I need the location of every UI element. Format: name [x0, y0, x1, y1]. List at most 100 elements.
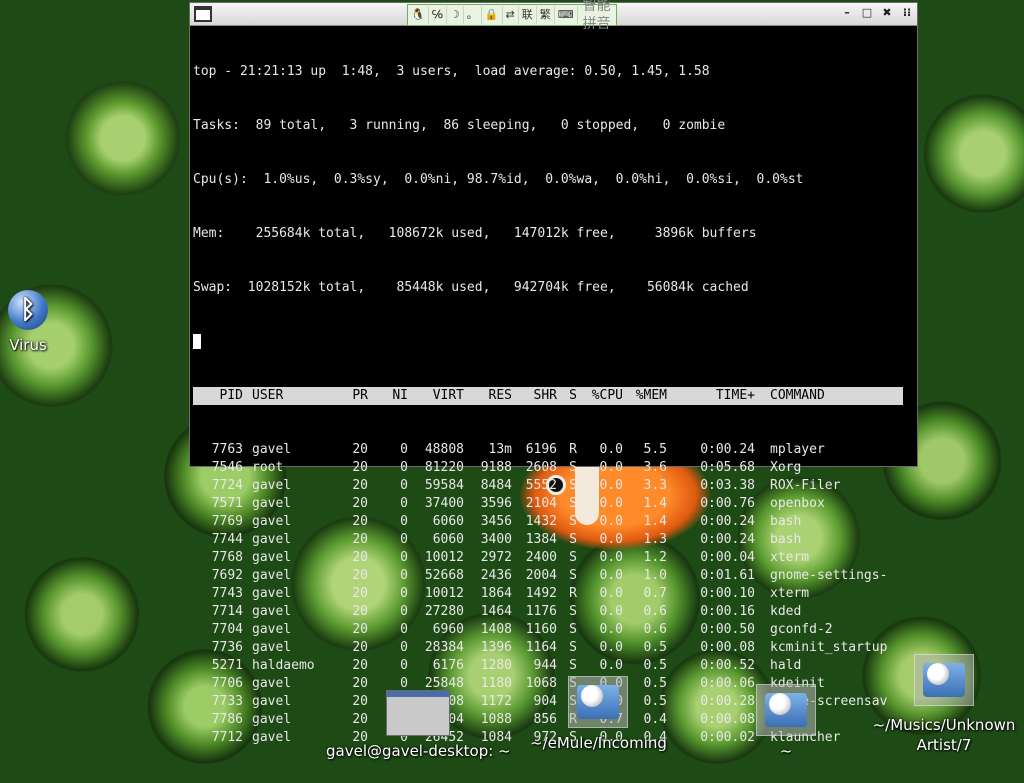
- cell-res: 1864: [480, 586, 512, 601]
- process-row: 7769 gavel 20 0 6060 3456 1432 S 0.0 1.4 0:00.24 ba…: [193, 513, 920, 531]
- desktop-icon-label: ~/eMule/Incoming: [530, 734, 667, 752]
- cell-pr: 20: [352, 586, 368, 601]
- cell-res: 1280: [480, 658, 512, 673]
- cell-virt: 6960: [432, 622, 464, 637]
- desktop-icon-emule-folder[interactable]: ~/eMule/Incoming: [530, 676, 667, 752]
- cell-mem: 1.4: [643, 514, 667, 529]
- cell-command: bash: [770, 532, 802, 547]
- cell-time: 0:00.08: [700, 712, 755, 727]
- cell-pr: 20: [352, 604, 368, 619]
- cell-virt: 48808: [424, 442, 464, 457]
- folder-icon: [756, 684, 816, 736]
- cell-shr: 2608: [525, 460, 557, 475]
- cell-pid: 7712: [211, 730, 243, 745]
- close-button[interactable]: ✖: [881, 6, 893, 19]
- moon-icon[interactable]: ☽: [447, 6, 464, 24]
- cell-pr: 20: [352, 496, 368, 511]
- cell-pr: 20: [352, 640, 368, 655]
- cell-res: 3596: [480, 496, 512, 511]
- cell-user: gavel: [252, 550, 292, 565]
- window-menu-icon[interactable]: [194, 6, 212, 22]
- top-uptime-line: top - 21:21:13 up 1:48, 3 users, load av…: [193, 64, 710, 79]
- desktop-icon-home-folder[interactable]: ~: [756, 684, 816, 760]
- ime-traditional[interactable]: 繁: [537, 6, 555, 24]
- cell-ni: 0: [400, 640, 408, 655]
- cell-pid: 7768: [211, 550, 243, 565]
- folder-icon: [914, 654, 974, 706]
- cell-state: S: [569, 604, 577, 619]
- cell-time: 0:00.52: [700, 658, 755, 673]
- top-cpu-line: Cpu(s): 1.0%us, 0.3%sy, 0.0%ni, 98.7%id,…: [193, 172, 804, 187]
- cell-mem: 0.5: [643, 640, 667, 655]
- cell-res: 2436: [480, 568, 512, 583]
- ime-toolbar[interactable]: 🐧 ℅ ☽ 。 🔒 ⇄ 联 繁 ⌨ 智能拼音: [407, 0, 617, 32]
- terminal-window[interactable]: 🐧 ℅ ☽ 。 🔒 ⇄ 联 繁 ⌨ 智能拼音 – □ ✖ ⁝⁝ top - 21…: [189, 0, 920, 745]
- process-row: 7736 gavel 20 0 28384 1396 1164 S 0.0 0.5 0:00.08 k…: [193, 639, 920, 657]
- top-mem-line: Mem: 255684k total, 108672k used, 147012…: [193, 226, 757, 241]
- cell-cpu: 0.0: [599, 442, 623, 457]
- cell-shr: 1384: [525, 532, 557, 547]
- keyboard-icon[interactable]: ⌨: [555, 6, 578, 24]
- cell-mem: 0.6: [643, 622, 667, 637]
- fullwidth-icon[interactable]: ℅: [429, 6, 447, 24]
- cell-pid: 7546: [211, 460, 243, 475]
- cell-state: S: [569, 460, 577, 475]
- cell-ni: 0: [400, 442, 408, 457]
- cell-virt: 59584: [424, 478, 464, 493]
- cell-pid: 7704: [211, 622, 243, 637]
- cell-shr: 944: [533, 658, 557, 673]
- desktop-icon-terminal-window[interactable]: gavel@gavel-desktop: ~: [326, 690, 511, 760]
- cell-virt: 10012: [424, 550, 464, 565]
- terminal-content[interactable]: top - 21:21:13 up 1:48, 3 users, load av…: [190, 27, 920, 745]
- cell-user: gavel: [252, 442, 292, 457]
- cell-shr: 1432: [525, 514, 557, 529]
- desktop-icon-label-line2: Artist/7: [916, 736, 972, 754]
- cell-command: gnome-settings-: [770, 568, 888, 583]
- cell-res: 1464: [480, 604, 512, 619]
- cell-mem: 0.7: [643, 586, 667, 601]
- lock-icon[interactable]: 🔒: [482, 6, 503, 24]
- col-state: S: [569, 388, 577, 403]
- cell-time: 0:00.24: [700, 442, 755, 457]
- cell-shr: 2004: [525, 568, 557, 583]
- desktop-icon-label: ~: [779, 742, 793, 760]
- minimize-button[interactable]: –: [841, 6, 853, 19]
- cell-pid: 7571: [211, 496, 243, 511]
- cell-user: gavel: [252, 568, 292, 583]
- col-time: TIME+: [715, 388, 755, 403]
- cell-command: xterm: [770, 586, 810, 601]
- ime-associate[interactable]: 联: [519, 6, 537, 24]
- desktop-icon-virus[interactable]: ᛒ Virus: [8, 290, 48, 354]
- col-user: USER: [252, 388, 284, 403]
- process-row: 7743 gavel 20 0 10012 1864 1492 R 0.0 0.7 0:00.10 x…: [193, 585, 920, 603]
- cell-shr: 6196: [525, 442, 557, 457]
- cell-command: Xorg: [770, 460, 802, 475]
- cell-shr: 1164: [525, 640, 557, 655]
- cell-pid: 7692: [211, 568, 243, 583]
- cell-res: 1408: [480, 622, 512, 637]
- process-row: 7714 gavel 20 0 27280 1464 1176 S 0.0 0.6 0:00.16 k…: [193, 603, 920, 621]
- cell-cpu: 0.0: [599, 532, 623, 547]
- cell-virt: 28384: [424, 640, 464, 655]
- cell-res: 3456: [480, 514, 512, 529]
- col-shr: SHR: [533, 388, 557, 403]
- cell-pr: 20: [352, 532, 368, 547]
- cell-time: 0:00.06: [700, 676, 755, 691]
- tux-icon[interactable]: 🐧: [408, 6, 429, 24]
- process-row: 7724 gavel 20 0 59584 8484 5552 S 0.0 3.3 0:03.38 R…: [193, 477, 920, 495]
- punctuation-icon[interactable]: 。: [464, 6, 482, 24]
- cell-pr: 20: [352, 622, 368, 637]
- cell-user: haldaemo: [252, 658, 315, 673]
- ime-switch-icon[interactable]: ⇄: [503, 6, 519, 24]
- window-titlebar[interactable]: 🐧 ℅ ☽ 。 🔒 ⇄ 联 繁 ⌨ 智能拼音 – □ ✖ ⁝⁝: [190, 0, 917, 32]
- cell-state: S: [569, 640, 577, 655]
- cell-command: kded: [770, 604, 802, 619]
- cell-time: 0:00.76: [700, 496, 755, 511]
- cell-pid: 5271: [211, 658, 243, 673]
- cell-cpu: 0.0: [599, 460, 623, 475]
- maximize-button[interactable]: □: [861, 6, 873, 19]
- cell-user: gavel: [252, 496, 292, 511]
- desktop-icon-music-folder[interactable]: ~/Musics/Unknown Artist/7: [868, 654, 1020, 754]
- cell-ni: 0: [400, 604, 408, 619]
- shade-button[interactable]: ⁝⁝: [901, 6, 913, 19]
